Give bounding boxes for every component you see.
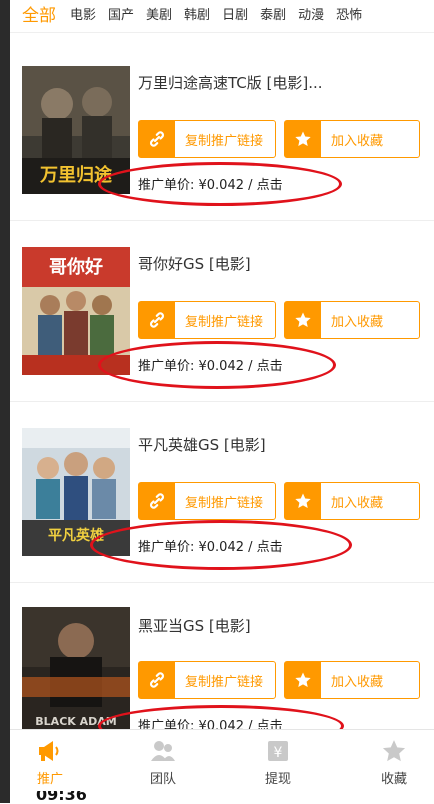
- poster-title-text: 哥你好: [49, 256, 103, 278]
- star-icon: [285, 662, 321, 698]
- category-tabs: 全部 电影 国产 美剧 韩剧 日剧 泰剧 动漫 恐怖: [10, 0, 434, 33]
- star-icon: [285, 302, 321, 338]
- poster-title-text: BLACK ADAM: [35, 715, 116, 728]
- star-icon: [285, 121, 321, 157]
- movie-list: 万里归途 万里归途高速TC版 [电影]... 复制推广链接 加入收藏 推广单价:…: [10, 32, 434, 763]
- tab-anime[interactable]: 动漫: [292, 0, 330, 32]
- copy-link-label: 复制推广链接: [185, 674, 264, 690]
- poster-image: 哥你好: [22, 247, 130, 375]
- movie-poster[interactable]: 哥你好: [22, 247, 130, 375]
- poster-title-text: 万里归途: [39, 164, 113, 186]
- copy-link-button[interactable]: 复制推广链接: [138, 482, 276, 520]
- copy-link-button[interactable]: 复制推广链接: [138, 120, 276, 158]
- status-bar: 09:36: [10, 791, 434, 803]
- list-item: 平凡英雄 平凡英雄GS [电影] 复制推广链接 加入收藏 推广单价: ¥0.04…: [10, 402, 434, 583]
- copy-link-label: 复制推广链接: [185, 133, 264, 149]
- movie-title[interactable]: 哥你好GS [电影]: [138, 253, 428, 274]
- nav-withdraw[interactable]: ¥ 提现: [238, 736, 318, 794]
- nav-team[interactable]: 团队: [123, 736, 203, 794]
- unit-price: 推广单价: ¥0.042 / 点击: [138, 178, 283, 193]
- add-favorite-button[interactable]: 加入收藏: [284, 482, 420, 520]
- tab-domestic[interactable]: 国产: [102, 0, 140, 32]
- nav-promote-label: 推广: [36, 772, 63, 787]
- add-favorite-label: 加入收藏: [331, 495, 384, 511]
- poster-image: 平凡英雄: [22, 428, 130, 556]
- status-time: 09:36: [36, 791, 87, 803]
- tab-movie[interactable]: 电影: [64, 0, 102, 32]
- copy-link-label: 复制推广链接: [185, 495, 264, 511]
- left-edge-bar: [0, 0, 10, 803]
- poster-title-text: 平凡英雄: [48, 527, 104, 544]
- movie-title[interactable]: 万里归途高速TC版 [电影]...: [138, 72, 428, 93]
- add-favorite-button[interactable]: 加入收藏: [284, 301, 420, 339]
- tab-horror[interactable]: 恐怖: [330, 0, 368, 32]
- tab-korean-drama[interactable]: 韩剧: [178, 0, 216, 32]
- link-icon: [139, 302, 175, 338]
- movie-poster[interactable]: 万里归途: [22, 66, 130, 194]
- poster-image: BLACK ADAM: [22, 607, 130, 735]
- tab-us-drama[interactable]: 美剧: [140, 0, 178, 32]
- link-icon: [139, 483, 175, 519]
- megaphone-icon: [10, 736, 90, 766]
- poster-image: 万里归途: [22, 66, 130, 194]
- add-favorite-label: 加入收藏: [331, 314, 384, 330]
- nav-favorites-label: 收藏: [380, 772, 407, 787]
- movie-poster[interactable]: BLACK ADAM: [22, 607, 130, 735]
- tab-thai-drama[interactable]: 泰剧: [254, 0, 292, 32]
- tab-japanese-drama[interactable]: 日剧: [216, 0, 254, 32]
- list-item: 哥你好 哥你好GS [电影] 复制推广链接 加入收藏 推广单价: ¥0.042: [10, 221, 434, 402]
- movie-poster[interactable]: 平凡英雄: [22, 428, 130, 556]
- nav-promote[interactable]: 推广: [10, 736, 90, 794]
- add-favorite-label: 加入收藏: [331, 133, 384, 149]
- add-favorite-button[interactable]: 加入收藏: [284, 661, 420, 699]
- unit-price: 推广单价: ¥0.042 / 点击: [138, 359, 283, 374]
- team-icon: [123, 736, 203, 766]
- movie-title[interactable]: 平凡英雄GS [电影]: [138, 434, 428, 455]
- star-icon: [354, 736, 434, 766]
- withdraw-icon: ¥: [238, 736, 318, 766]
- nav-team-label: 团队: [149, 772, 176, 787]
- copy-link-button[interactable]: 复制推广链接: [138, 661, 276, 699]
- link-icon: [139, 121, 175, 157]
- link-icon: [139, 662, 175, 698]
- add-favorite-label: 加入收藏: [331, 674, 384, 690]
- nav-favorites[interactable]: 收藏: [354, 736, 434, 794]
- copy-link-button[interactable]: 复制推广链接: [138, 301, 276, 339]
- nav-withdraw-label: 提现: [264, 772, 291, 787]
- unit-price: 推广单价: ¥0.042 / 点击: [138, 540, 283, 555]
- add-favorite-button[interactable]: 加入收藏: [284, 120, 420, 158]
- list-item: 万里归途 万里归途高速TC版 [电影]... 复制推广链接 加入收藏 推广单价:…: [10, 32, 434, 221]
- tab-all[interactable]: 全部: [10, 0, 64, 32]
- movie-title[interactable]: 黑亚当GS [电影]: [138, 615, 428, 636]
- star-icon: [285, 483, 321, 519]
- svg-text:¥: ¥: [274, 745, 283, 761]
- copy-link-label: 复制推广链接: [185, 314, 264, 330]
